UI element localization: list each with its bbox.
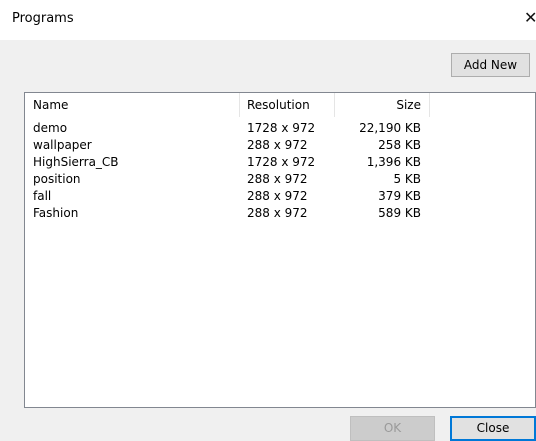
row-name: Fashion [33,206,79,220]
row-resolution: 288 x 972 [247,172,308,186]
row-size: 5 KB [393,172,421,186]
column-divider[interactable] [239,93,240,117]
column-divider[interactable] [429,93,430,117]
row-size: 379 KB [378,189,421,203]
column-header-size[interactable]: Size [335,93,421,117]
table-row[interactable]: fall 288 x 972 379 KB [25,188,535,205]
close-button[interactable]: Close [450,416,536,441]
column-header-name[interactable]: Name [33,93,233,117]
dialog-body: Add New Name Resolution Size demo 1728 x… [0,40,536,441]
row-name: fall [33,189,52,203]
list-header: Name Resolution Size [25,93,535,117]
title-bar: Programs ✕ [0,0,536,40]
table-row[interactable]: HighSierra_CB 1728 x 972 1,396 KB [25,154,535,171]
table-row[interactable]: position 288 x 972 5 KB [25,171,535,188]
row-size: 22,190 KB [359,121,421,135]
row-size: 589 KB [378,206,421,220]
row-name: demo [33,121,68,135]
row-size: 1,396 KB [366,155,421,169]
row-resolution: 1728 x 972 [247,155,316,169]
row-resolution: 1728 x 972 [247,121,316,135]
row-name: position [33,172,81,186]
row-resolution: 288 x 972 [247,138,308,152]
row-resolution: 288 x 972 [247,189,308,203]
row-name: wallpaper [33,138,92,152]
row-size: 258 KB [378,138,421,152]
close-icon[interactable]: ✕ [524,7,536,29]
row-name: HighSierra_CB [33,155,119,169]
column-header-resolution[interactable]: Resolution [247,93,337,117]
table-row[interactable]: wallpaper 288 x 972 258 KB [25,137,535,154]
add-new-button[interactable]: Add New [451,53,530,77]
ok-button[interactable]: OK [350,416,435,441]
table-row[interactable]: demo 1728 x 972 22,190 KB [25,120,535,137]
dialog-title: Programs [12,11,74,26]
programs-list[interactable]: Name Resolution Size demo 1728 x 972 22,… [24,92,536,408]
row-resolution: 288 x 972 [247,206,308,220]
table-row[interactable]: Fashion 288 x 972 589 KB [25,205,535,222]
